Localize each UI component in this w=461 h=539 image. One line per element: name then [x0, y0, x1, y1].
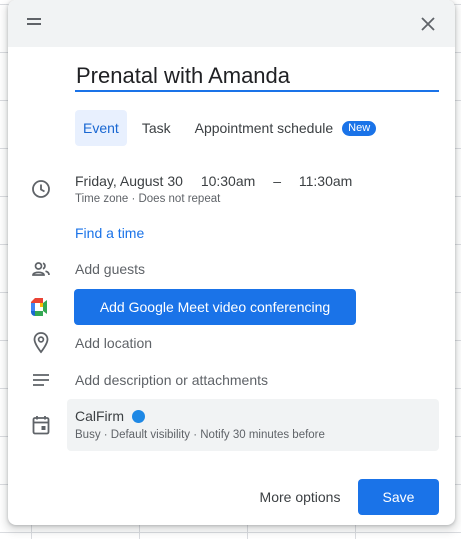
clock-icon	[30, 178, 52, 200]
new-badge: New	[342, 120, 377, 136]
tab-label: Task	[141, 120, 171, 136]
calendar-color-dot[interactable]	[132, 409, 145, 423]
add-guests-field[interactable]: Add guests	[75, 261, 145, 277]
event-start-time[interactable]: 10:30am	[201, 173, 255, 189]
calendar-details: Busy · Default visibility · Notify 30 mi…	[75, 429, 325, 441]
add-location-field[interactable]: Add location	[75, 335, 152, 351]
event-end-time[interactable]: 11:30am	[299, 173, 352, 189]
calendar-icon	[30, 414, 52, 436]
close-icon[interactable]	[415, 11, 441, 37]
tab-label: Event	[83, 120, 119, 136]
tab-event[interactable]: Event	[75, 110, 127, 146]
tab-label: Appointment schedule	[194, 120, 334, 136]
timezone-repeat-info[interactable]: Time zone · Does not repeat	[75, 193, 220, 205]
people-icon	[30, 258, 52, 280]
add-description-field[interactable]: Add description or attachments	[75, 372, 268, 388]
calendar-name: CalFirm	[75, 408, 124, 424]
event-date[interactable]: Friday, August 30	[75, 173, 183, 189]
find-a-time-link[interactable]: Find a time	[75, 225, 144, 241]
calendar-name-row: CalFirm	[75, 408, 145, 424]
event-title-input[interactable]	[75, 56, 439, 92]
more-options-button[interactable]: More options	[248, 479, 352, 515]
save-button[interactable]: Save	[358, 479, 439, 515]
event-type-tabs: Event Task Appointment schedule New	[75, 110, 392, 146]
calendar-selector[interactable]: CalFirm Busy · Default visibility · Noti…	[67, 399, 439, 451]
drag-handle-icon[interactable]	[27, 18, 41, 27]
event-datetime[interactable]: Friday, August 30 10:30am – 11:30am	[75, 173, 352, 189]
tab-appointment-schedule[interactable]: Appointment schedule New	[187, 110, 385, 146]
time-separator: –	[273, 173, 281, 189]
description-lines-icon	[30, 369, 52, 391]
add-google-meet-button[interactable]: Add Google Meet video conferencing	[74, 289, 356, 325]
location-pin-icon	[30, 332, 52, 354]
dialog-titlebar[interactable]	[8, 0, 455, 47]
google-meet-icon	[30, 296, 52, 318]
tab-task[interactable]: Task	[134, 110, 179, 146]
quick-event-dialog: Event Task Appointment schedule New Frid…	[8, 0, 455, 525]
